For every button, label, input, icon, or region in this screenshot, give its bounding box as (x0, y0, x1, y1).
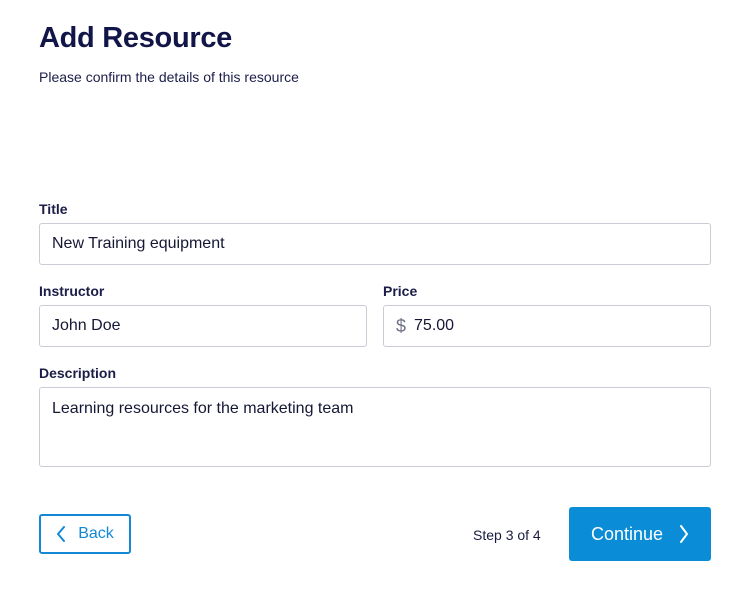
price-value: 75.00 (414, 317, 455, 334)
description-label: Description (39, 365, 117, 381)
title-label: Title (39, 201, 68, 217)
back-button-label: Back (78, 525, 114, 542)
chevron-right-icon (679, 525, 689, 543)
back-button[interactable]: Back (39, 514, 131, 554)
instructor-field[interactable]: John Doe (39, 305, 367, 347)
continue-button-label: Continue (590, 523, 664, 544)
instructor-value: John Doe (52, 317, 121, 334)
price-label: Price (383, 283, 418, 299)
chevron-left-icon (56, 526, 66, 542)
title-value: New Training equipment (52, 235, 225, 252)
page-subtitle: Please confirm the details of this resou… (39, 69, 299, 85)
instructor-label: Instructor (39, 283, 105, 299)
description-value: Learning resources for the marketing tea… (52, 400, 354, 417)
step-indicator: Step 3 of 4 (473, 527, 541, 543)
title-field[interactable]: New Training equipment (39, 223, 711, 265)
currency-symbol: $ (396, 315, 407, 336)
page-title: Add Resource (39, 22, 232, 54)
price-field[interactable]: $ 75.00 (383, 305, 711, 347)
description-field[interactable]: Learning resources for the marketing tea… (39, 387, 711, 467)
continue-button[interactable]: Continue (569, 507, 711, 561)
